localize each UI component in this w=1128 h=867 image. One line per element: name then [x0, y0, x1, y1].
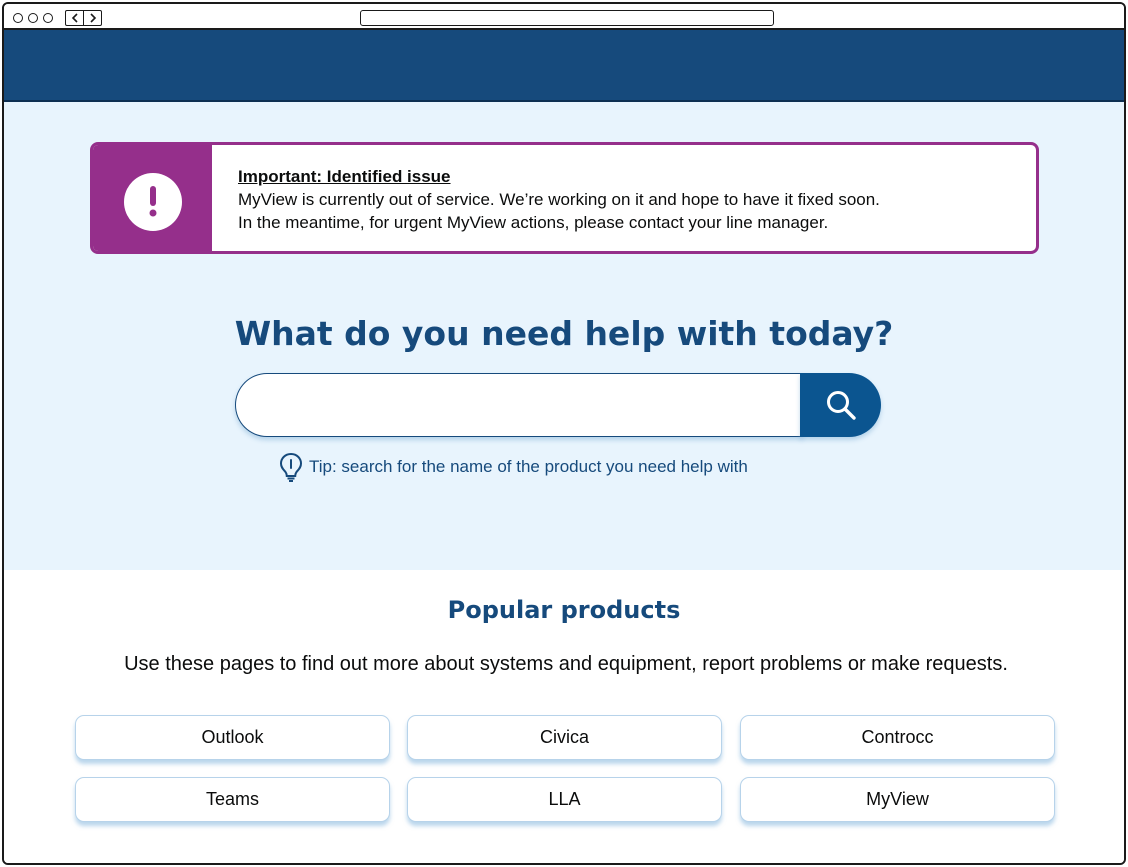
popular-products-title: Popular products: [447, 596, 681, 624]
browser-chrome: [4, 4, 1124, 30]
address-bar[interactable]: [360, 10, 774, 26]
page-title: What do you need help with today?: [234, 314, 894, 353]
window-minimize-dot[interactable]: [28, 13, 38, 23]
tip-text: Tip: search for the name of the product …: [309, 457, 748, 476]
product-button-myview[interactable]: MyView: [740, 777, 1055, 822]
search-tip: Tip: search for the name of the product …: [279, 452, 748, 482]
service-alert: Important: Identified issue MyView is cu…: [90, 142, 1039, 254]
product-button-outlook[interactable]: Outlook: [75, 715, 390, 760]
exclamation-icon: [124, 173, 182, 231]
alert-title[interactable]: Important: Identified issue: [238, 165, 1016, 188]
search-bar: [235, 373, 881, 437]
popular-products-description: Use these pages to find out more about s…: [124, 653, 1008, 675]
forward-arrow-icon[interactable]: [84, 11, 101, 25]
nav-buttons: [65, 10, 102, 26]
search-icon: [826, 391, 856, 420]
product-button-civica[interactable]: Civica: [407, 715, 722, 760]
product-button-controcc[interactable]: Controcc: [740, 715, 1055, 760]
alert-message-line-1: MyView is currently out of service. We’r…: [238, 190, 880, 209]
site-header: [4, 30, 1124, 102]
product-button-teams[interactable]: Teams: [75, 777, 390, 822]
back-arrow-icon[interactable]: [66, 11, 84, 25]
search-input[interactable]: [235, 373, 803, 437]
window-maximize-dot[interactable]: [43, 13, 53, 23]
popular-products-section: Popular products Use these pages to find…: [4, 570, 1124, 863]
alert-message-line-2: In the meantime, for urgent MyView actio…: [238, 213, 829, 232]
product-button-lla[interactable]: LLA: [407, 777, 722, 822]
browser-window: Important: Identified issue MyView is cu…: [2, 2, 1126, 865]
lightbulb-icon: [279, 452, 303, 482]
window-close-dot[interactable]: [13, 13, 23, 23]
search-button[interactable]: [800, 373, 881, 437]
alert-side-panel: [93, 145, 212, 251]
alert-body: Important: Identified issue MyView is cu…: [238, 165, 1016, 234]
hero-section: Important: Identified issue MyView is cu…: [4, 102, 1124, 570]
